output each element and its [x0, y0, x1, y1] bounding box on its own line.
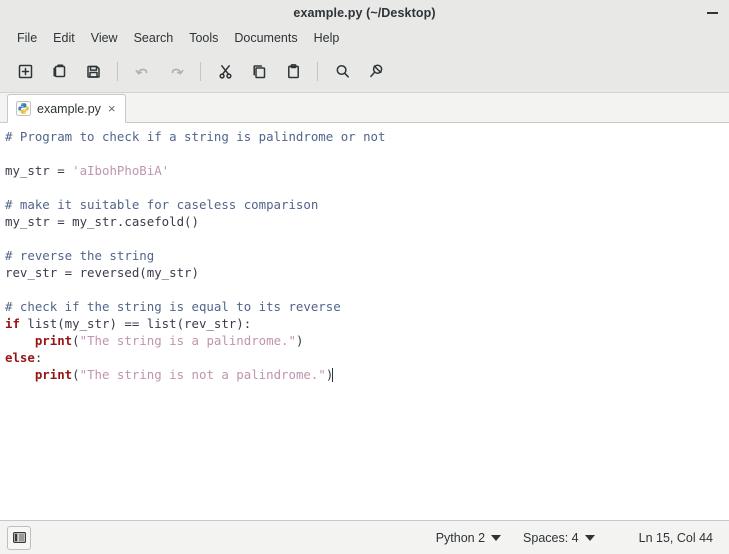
replace-icon [369, 63, 382, 77]
indentation-selector[interactable]: Spaces: 4 [519, 529, 599, 547]
find-icon [336, 64, 349, 78]
toolbar [0, 50, 729, 93]
side-panel-icon [12, 532, 26, 543]
redo-button[interactable] [159, 56, 193, 86]
menu-item-view[interactable]: View [83, 29, 126, 47]
undo-button[interactable] [125, 56, 159, 86]
paste-icon [287, 63, 299, 78]
menu-bar: File Edit View Search Tools Documents He… [0, 26, 729, 50]
code-token-st: 'aIbohPhoBiA' [72, 163, 170, 178]
window-title: example.py (~/Desktop) [293, 6, 436, 20]
minimize-button[interactable] [701, 2, 723, 24]
gedit-window: example.py (~/Desktop) File Edit View Se… [0, 0, 729, 554]
cut-button[interactable] [208, 56, 242, 86]
save-button[interactable] [76, 56, 110, 86]
code-token-kw: else [5, 350, 35, 365]
code-token-kw: if [5, 316, 20, 331]
menu-item-edit[interactable]: Edit [45, 29, 83, 47]
menu-item-documents[interactable]: Documents [226, 29, 305, 47]
language-label: Python 2 [435, 530, 486, 545]
toolbar-separator-1 [117, 61, 118, 81]
menu-item-search[interactable]: Search [126, 29, 182, 47]
tab-close-icon[interactable]: × [107, 102, 117, 115]
chevron-down-icon [584, 534, 595, 541]
code-token-cm: # make it suitable for caseless comparis… [5, 197, 319, 212]
copy-icon [252, 64, 265, 78]
open-document-icon [52, 63, 65, 77]
code-token-cm: # reverse the string [5, 248, 155, 263]
status-bar: Python 2 Spaces: 4 Ln 15, Col 44 [0, 520, 729, 554]
tab-label: example.py [37, 101, 101, 116]
window-controls [701, 0, 723, 26]
cut-icon [218, 64, 232, 79]
open-document-button[interactable] [42, 56, 76, 86]
language-selector[interactable]: Python 2 [432, 529, 505, 547]
code-token-bi: print [34, 333, 73, 348]
text-cursor [332, 368, 334, 382]
minimize-icon [706, 12, 718, 14]
python-file-icon [16, 101, 31, 116]
menu-item-tools[interactable]: Tools [181, 29, 226, 47]
code-text[interactable]: # Program to check if a string is palind… [0, 123, 729, 383]
side-panel-toggle-button[interactable] [7, 525, 31, 550]
save-icon [86, 65, 100, 78]
cursor-position-label: Ln 15, Col 44 [638, 530, 713, 545]
toolbar-separator-3 [317, 61, 318, 81]
code-token-cm: # check if the string is equal to its re… [5, 299, 341, 314]
menu-item-help[interactable]: Help [306, 29, 348, 47]
code-token-bi: print [34, 367, 73, 382]
new-document-icon [18, 64, 32, 78]
chevron-down-icon [491, 534, 502, 541]
tab-example-py[interactable]: example.py × [7, 94, 126, 123]
title-bar: example.py (~/Desktop) [0, 0, 729, 26]
paste-button[interactable] [276, 56, 310, 86]
code-token-st: "The string is not a palindrome." [79, 367, 326, 382]
toolbar-separator-2 [200, 61, 201, 81]
redo-icon [171, 68, 183, 74]
undo-icon [135, 68, 147, 74]
copy-button[interactable] [242, 56, 276, 86]
new-document-button[interactable] [8, 56, 42, 86]
code-token-st: "The string is a palindrome." [79, 333, 296, 348]
editor-area[interactable]: # Program to check if a string is palind… [0, 123, 729, 520]
find-button[interactable] [325, 56, 359, 86]
tab-strip: example.py × [0, 93, 729, 123]
menu-item-file[interactable]: File [9, 29, 45, 47]
replace-button[interactable] [359, 56, 393, 86]
code-token-cm: # Program to check if a string is palind… [5, 129, 386, 144]
indentation-label: Spaces: 4 [523, 530, 579, 545]
